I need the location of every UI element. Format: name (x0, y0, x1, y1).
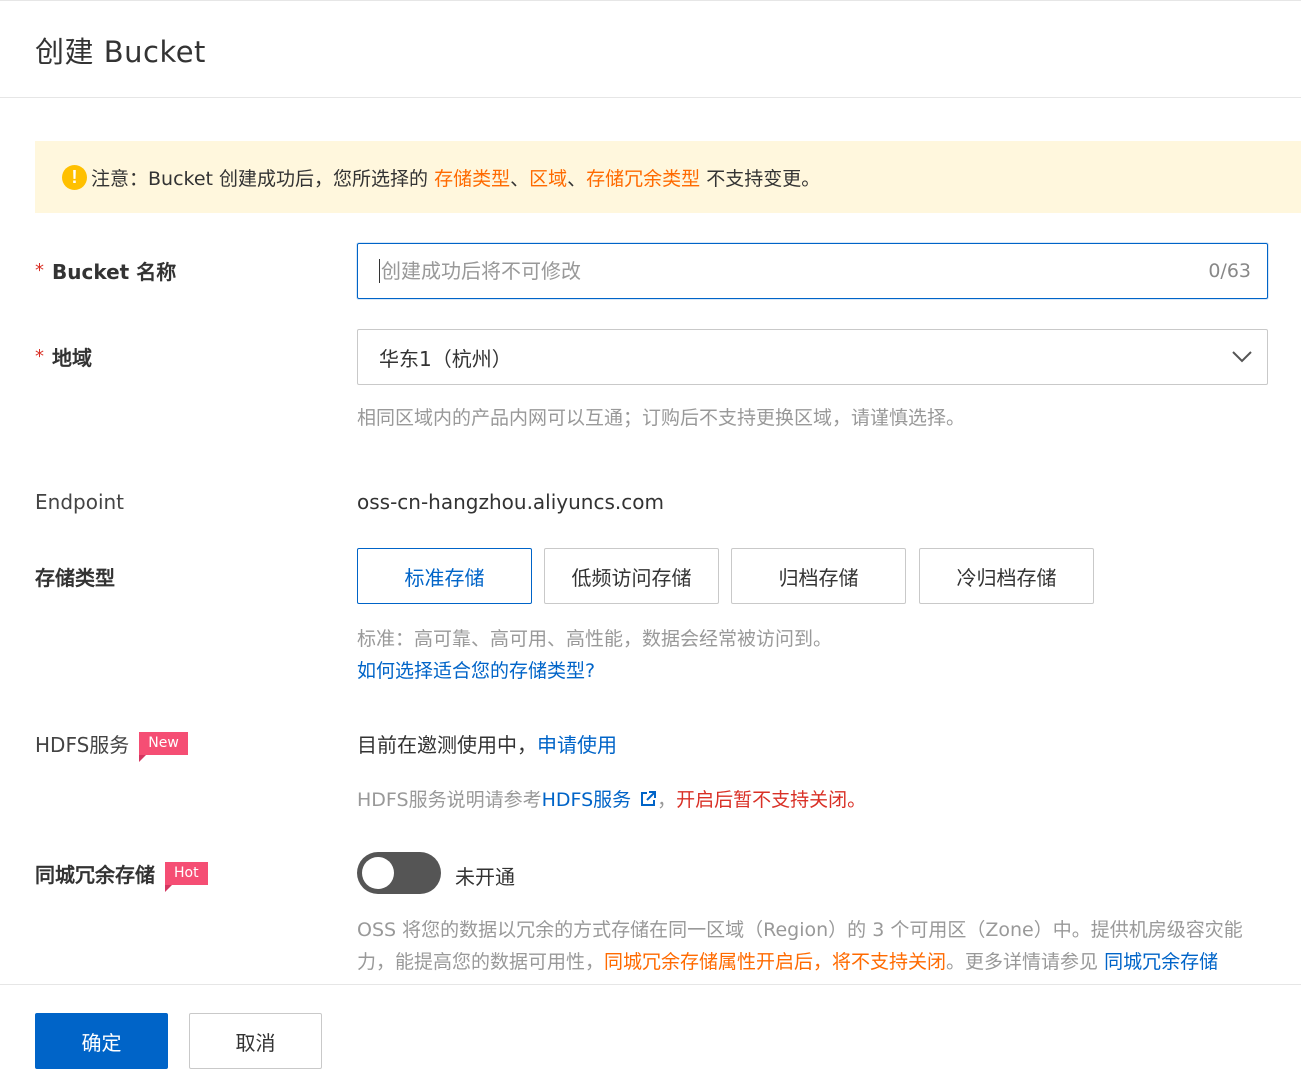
required-mark: * (35, 260, 44, 281)
dialog-header: 创建 Bucket (0, 0, 1301, 98)
hdfs-label-text: HDFS服务 (35, 733, 130, 757)
storage-option-standard[interactable]: 标准存储 (357, 548, 532, 604)
hdfs-note-sep: ， (657, 789, 677, 811)
dialog-footer: 确定 取消 (0, 984, 1301, 1084)
notice-sep: 、 (567, 167, 587, 190)
redundancy-warning: 同城冗余存储属性开启后，将不支持关闭 (604, 951, 947, 973)
storage-type-hint: 标准：高可靠、高可用、高性能，数据会经常被访问到。 (357, 628, 833, 650)
new-badge: New (139, 732, 188, 762)
confirm-button[interactable]: 确定 (35, 1013, 168, 1069)
redundancy-toggle[interactable] (357, 852, 441, 894)
hdfs-status: 目前在邀测使用中，申请使用 (357, 729, 617, 758)
notice-item-storage-type: 存储类型 (434, 167, 511, 190)
hdfs-label: HDFS服务 New (35, 729, 188, 762)
notice-sep: 、 (510, 167, 530, 190)
redundancy-doc-link[interactable]: 同城冗余存储 (1104, 951, 1218, 973)
required-mark: * (35, 346, 44, 367)
region-label-text: 地域 (52, 346, 92, 370)
storage-option-archive[interactable]: 归档存储 (731, 548, 906, 604)
hdfs-warning: 开启后暂不支持关闭。 (676, 789, 867, 811)
hot-badge: Hot (165, 862, 208, 892)
storage-option-cold-archive[interactable]: 冷归档存储 (919, 548, 1094, 604)
region-hint: 相同区域内的产品内网可以互通；订购后不支持更换区域，请谨慎选择。 (357, 407, 966, 429)
hdfs-doc-link[interactable]: HDFS服务 (542, 785, 632, 812)
storage-type-label: 存储类型 (35, 566, 115, 590)
hdfs-note: HDFS服务说明请参考 HDFS服务 ，开启后暂不支持关闭。 (357, 785, 866, 812)
redundancy-label-text: 同城冗余存储 (35, 863, 155, 887)
char-counter: 0/63 (1208, 260, 1251, 282)
redundancy-description: OSS 将您的数据以冗余的方式存储在同一区域（Region）的 3 个可用区（Z… (357, 914, 1269, 984)
notice-suffix: 不支持变更。 (700, 167, 821, 190)
endpoint-label: Endpoint (35, 490, 125, 514)
chevron-down-icon (1231, 346, 1253, 368)
bucket-name-field[interactable]: 0/63 (357, 243, 1268, 299)
bucket-name-label: * Bucket 名称 (35, 256, 176, 285)
notice-banner: ! 注意：Bucket 创建成功后，您所选择的 存储类型、区域、存储冗余类型 不… (35, 141, 1301, 213)
external-link-icon[interactable] (639, 790, 657, 808)
page-title: 创建 Bucket (35, 35, 206, 69)
warning-icon: ! (62, 164, 87, 190)
redundancy-toggle-label: 未开通 (455, 865, 515, 889)
toggle-knob (362, 857, 394, 889)
hdfs-status-text: 目前在邀测使用中， (357, 733, 537, 757)
hdfs-note-prefix: HDFS服务说明请参考 (357, 789, 542, 811)
region-selected-value: 华东1（杭州） (379, 346, 512, 371)
redundancy-label: 同城冗余存储 Hot (35, 859, 208, 892)
bucket-name-label-text: Bucket 名称 (52, 260, 177, 284)
notice-item-redundancy: 存储冗余类型 (586, 167, 701, 190)
cancel-button[interactable]: 取消 (189, 1013, 322, 1069)
storage-option-ia[interactable]: 低频访问存储 (544, 548, 719, 604)
notice-text: 注意：Bucket 创建成功后，您所选择的 存储类型、区域、存储冗余类型 不支持… (91, 164, 820, 191)
endpoint-value: oss-cn-hangzhou.aliyuncs.com (357, 490, 664, 514)
region-select[interactable]: 华东1（杭州） (357, 329, 1268, 385)
notice-item-region: 区域 (529, 167, 568, 190)
bucket-name-input[interactable] (379, 259, 1209, 283)
notice-prefix: 注意：Bucket 创建成功后，您所选择的 (91, 167, 435, 190)
redundancy-desc-more: 。更多详情请参见 (946, 951, 1105, 973)
storage-type-help-link[interactable]: 如何选择适合您的存储类型? (357, 656, 595, 683)
hdfs-apply-link[interactable]: 申请使用 (537, 733, 617, 757)
region-label: * 地域 (35, 342, 92, 371)
